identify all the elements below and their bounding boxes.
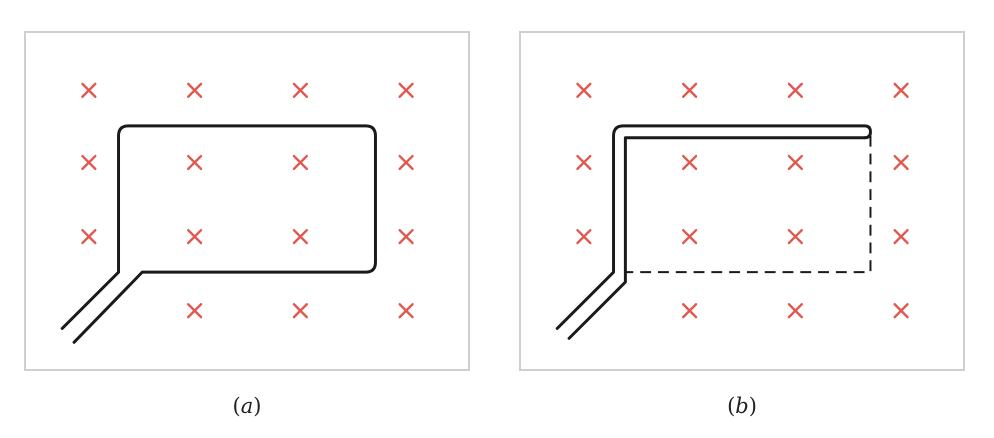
field-cross-icon [187, 303, 203, 319]
caption-a-close: ) [253, 394, 262, 418]
caption-b: (b) [702, 394, 782, 418]
field-cross-icon [682, 82, 698, 98]
caption-b-close: ) [748, 394, 757, 418]
caption-a: (a) [207, 394, 287, 418]
field-cross-icon [576, 82, 592, 98]
diagram-panel-a [24, 31, 470, 371]
field-cross-icon [292, 228, 308, 245]
wire-lead-a [60, 270, 121, 330]
dashed-original-outline-b [625, 135, 872, 274]
caption-a-letter: a [240, 394, 254, 418]
field-cross-icon [398, 154, 414, 171]
field-cross-icon [787, 154, 803, 171]
field-markers-b [576, 82, 909, 319]
field-cross-icon [682, 228, 698, 245]
field-cross-icon [893, 303, 909, 319]
panel-b-svg [555, 82, 909, 340]
folded-wire-outer-b [555, 124, 872, 330]
field-cross-icon [398, 82, 414, 98]
diagram-panel-b [519, 31, 965, 371]
field-cross-icon [787, 228, 803, 245]
field-cross-icon [292, 82, 308, 98]
field-cross-icon [81, 228, 97, 245]
field-cross-icon [893, 154, 909, 171]
field-cross-icon [81, 154, 97, 171]
field-cross-icon [292, 154, 308, 171]
field-cross-icon [787, 82, 803, 98]
field-cross-icon [682, 303, 698, 319]
field-cross-icon [398, 228, 414, 245]
field-cross-icon [893, 82, 909, 98]
field-cross-icon [682, 154, 698, 171]
field-cross-icon [576, 228, 592, 245]
caption-a-open: ( [232, 394, 241, 418]
caption-b-letter: b [735, 394, 749, 418]
field-cross-icon [187, 228, 203, 245]
field-cross-icon [787, 303, 803, 319]
field-cross-icon [187, 154, 203, 171]
field-cross-icon [81, 82, 97, 98]
field-cross-icon [398, 303, 414, 319]
field-cross-icon [292, 303, 308, 319]
field-cross-icon [576, 154, 592, 171]
panel-a-svg [60, 82, 414, 344]
field-cross-icon [187, 82, 203, 98]
wire-loop-a [72, 124, 377, 344]
field-cross-icon [893, 228, 909, 245]
